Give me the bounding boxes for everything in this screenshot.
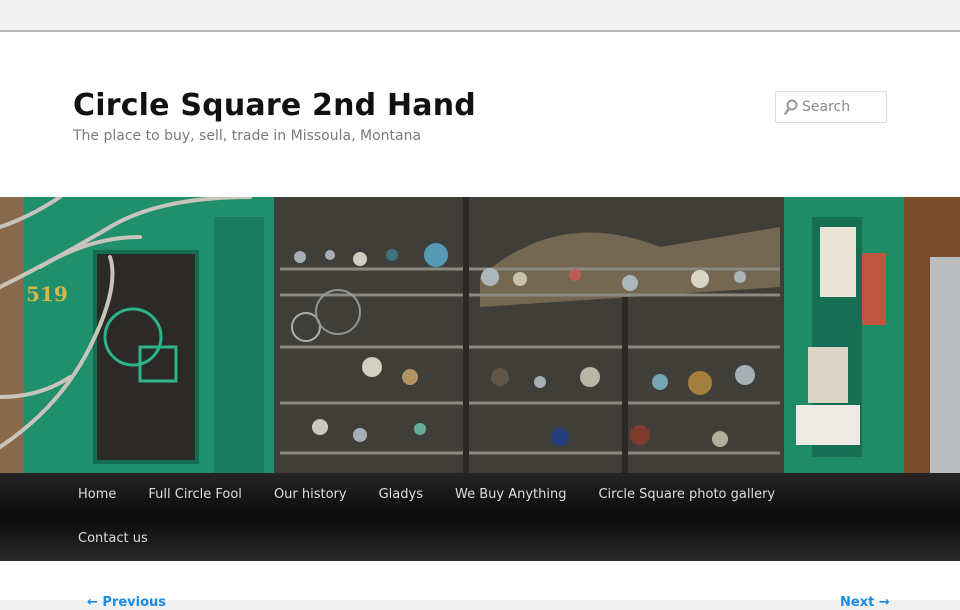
- nav-item-home[interactable]: Home: [62, 473, 132, 517]
- search-input[interactable]: [802, 99, 882, 115]
- next-post-link[interactable]: Next →: [840, 595, 890, 610]
- site-title[interactable]: Circle Square 2nd Hand: [73, 88, 476, 123]
- header-banner-image: 519: [0, 197, 960, 473]
- nav-item-photo-gallery[interactable]: Circle Square photo gallery: [582, 473, 791, 517]
- search-form[interactable]: [775, 91, 887, 123]
- nav-item-contact-us[interactable]: Contact us: [62, 517, 164, 561]
- nav-item-full-circle-fool[interactable]: Full Circle Fool: [132, 473, 258, 517]
- page-container: Circle Square 2nd Hand The place to buy,…: [0, 30, 960, 610]
- previous-post-link[interactable]: ← Previous: [87, 595, 166, 610]
- nav-item-gladys[interactable]: Gladys: [363, 473, 439, 517]
- door-number: 519: [26, 282, 68, 306]
- search-icon: [784, 99, 798, 115]
- site-description: The place to buy, sell, trade in Missoul…: [73, 128, 422, 144]
- main-navigation: Home Full Circle Fool Our history Gladys…: [0, 473, 960, 561]
- nav-item-we-buy-anything[interactable]: We Buy Anything: [439, 473, 582, 517]
- storefront-image: 519: [0, 197, 960, 473]
- nav-item-our-history[interactable]: Our history: [258, 473, 363, 517]
